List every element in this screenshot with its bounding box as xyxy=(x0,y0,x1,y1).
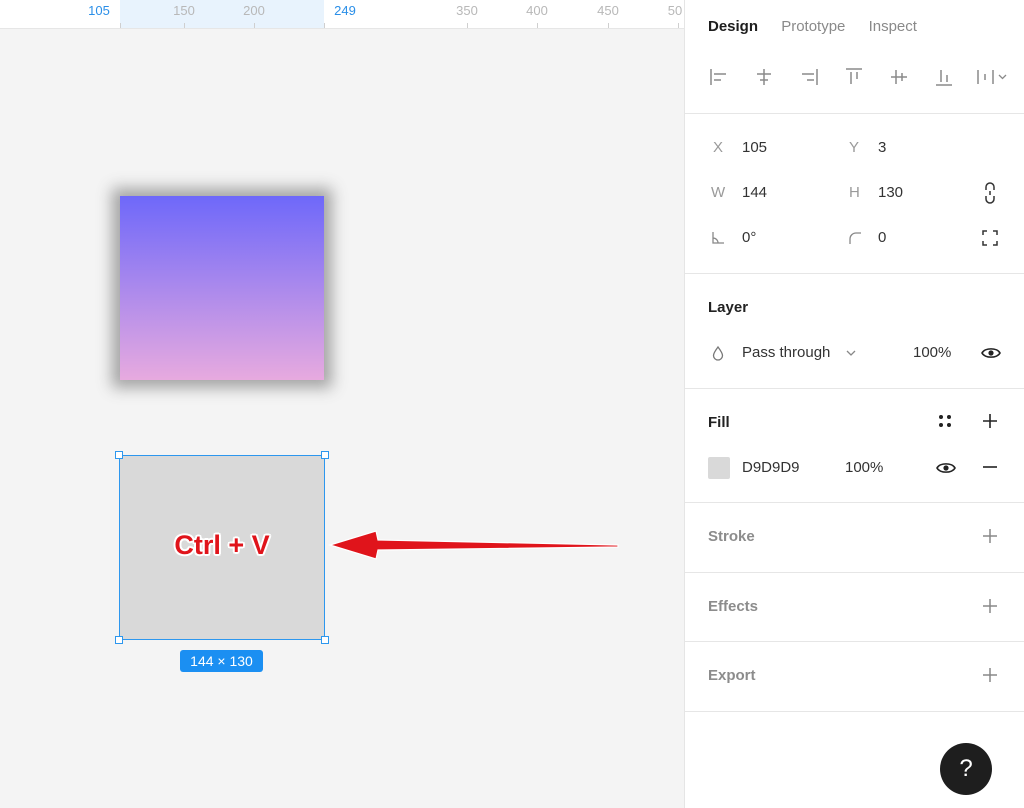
align-right-icon[interactable] xyxy=(798,66,820,88)
independent-corners-icon[interactable] xyxy=(981,229,999,247)
ruler-tick xyxy=(467,23,468,28)
align-bottom-icon[interactable] xyxy=(933,66,955,88)
fill-color-swatch[interactable] xyxy=(708,457,730,479)
gradient-shadow-rectangle[interactable] xyxy=(120,196,324,380)
ruler-label: 150 xyxy=(173,3,195,18)
fill-opacity-input[interactable]: 100% xyxy=(845,459,883,476)
tab-design[interactable]: Design xyxy=(708,18,758,35)
y-label: Y xyxy=(849,139,860,156)
ruler-label: 200 xyxy=(243,3,265,18)
w-label: W xyxy=(711,184,726,201)
align-left-icon[interactable] xyxy=(708,66,730,88)
rotation-icon xyxy=(712,232,724,244)
eye-icon[interactable] xyxy=(980,344,1002,362)
horizontal-ruler: 105 150 200 249 350 400 450 50 xyxy=(0,0,684,29)
ruler-label: 400 xyxy=(526,3,548,18)
add-effect-plus-icon[interactable] xyxy=(982,598,998,614)
alignment-toolbar xyxy=(705,66,1015,92)
styles-grid-icon[interactable] xyxy=(937,413,953,429)
ruler-tick xyxy=(254,23,255,28)
section-divider xyxy=(685,113,1024,114)
ruler-tick xyxy=(184,23,185,28)
h-label: H xyxy=(849,184,860,201)
ctrl-v-annotation: Ctrl + V xyxy=(174,530,270,560)
ruler-tick xyxy=(608,23,609,28)
export-section-title: Export xyxy=(708,667,756,684)
y-value-input[interactable]: 3 xyxy=(878,139,886,156)
section-divider xyxy=(685,388,1024,389)
ruler-label-selection-start: 105 xyxy=(88,3,110,18)
add-stroke-plus-icon[interactable] xyxy=(982,528,998,544)
layer-opacity-input[interactable]: 100% xyxy=(913,344,951,361)
ruler-tick xyxy=(537,23,538,28)
x-label: X xyxy=(713,139,724,156)
ruler-label: 450 xyxy=(597,3,619,18)
panel-tabs: Design Prototype Inspect xyxy=(708,18,936,35)
constrain-proportions-icon[interactable] xyxy=(982,181,998,205)
chevron-down-icon[interactable] xyxy=(845,348,857,358)
add-export-plus-icon[interactable] xyxy=(982,667,998,683)
effects-section-title: Effects xyxy=(708,598,759,615)
section-divider xyxy=(685,572,1024,573)
align-top-icon[interactable] xyxy=(843,66,865,88)
resize-handle-top-right[interactable] xyxy=(321,451,329,459)
fill-section-title: Fill xyxy=(708,414,730,431)
red-arrow-icon xyxy=(327,530,619,560)
distribute-dropdown-icon[interactable] xyxy=(975,66,1009,88)
ruler-label-selection-end: 249 xyxy=(334,3,356,18)
tab-prototype[interactable]: Prototype xyxy=(781,18,845,35)
canvas[interactable]: 105 150 200 249 350 400 450 50 Ctrl + V … xyxy=(0,0,684,808)
properties-panel: Design Prototype Inspect X 105 Y 3 W 144… xyxy=(684,0,1024,808)
resize-handle-bottom-right[interactable] xyxy=(321,636,329,644)
ruler-tick xyxy=(678,23,679,28)
stroke-section-title: Stroke xyxy=(708,528,755,545)
dimensions-badge: 144 × 130 xyxy=(180,650,263,672)
rotation-value-input[interactable]: 0° xyxy=(742,229,756,246)
tab-inspect[interactable]: Inspect xyxy=(869,18,917,35)
add-fill-plus-icon[interactable] xyxy=(982,413,998,429)
align-horizontal-center-icon[interactable] xyxy=(753,66,775,88)
eye-icon[interactable] xyxy=(935,459,957,477)
corner-radius-value-input[interactable]: 0 xyxy=(878,229,886,246)
section-divider xyxy=(685,502,1024,503)
section-divider xyxy=(685,273,1024,274)
corner-radius-icon xyxy=(849,232,861,244)
h-value-input[interactable]: 130 xyxy=(878,184,903,201)
resize-handle-bottom-left[interactable] xyxy=(115,636,123,644)
section-divider xyxy=(685,641,1024,642)
ruler-tick xyxy=(324,23,325,28)
ruler-label: 350 xyxy=(456,3,478,18)
help-button[interactable]: ? xyxy=(940,743,992,795)
x-value-input[interactable]: 105 xyxy=(742,139,767,156)
pasted-rectangle[interactable]: Ctrl + V xyxy=(115,451,329,644)
ruler-selection-range xyxy=(120,0,324,28)
layer-section-title: Layer xyxy=(708,299,749,316)
blend-mode-drop-icon xyxy=(712,345,724,361)
section-divider xyxy=(685,711,1024,712)
blend-mode-select[interactable]: Pass through xyxy=(742,344,830,361)
ruler-label: 50 xyxy=(667,3,683,18)
fill-hex-input[interactable]: D9D9D9 xyxy=(742,459,800,476)
resize-handle-top-left[interactable] xyxy=(115,451,123,459)
align-vertical-center-icon[interactable] xyxy=(888,66,910,88)
w-value-input[interactable]: 144 xyxy=(742,184,767,201)
ruler-tick xyxy=(120,23,121,28)
remove-fill-minus-icon[interactable] xyxy=(982,459,998,475)
